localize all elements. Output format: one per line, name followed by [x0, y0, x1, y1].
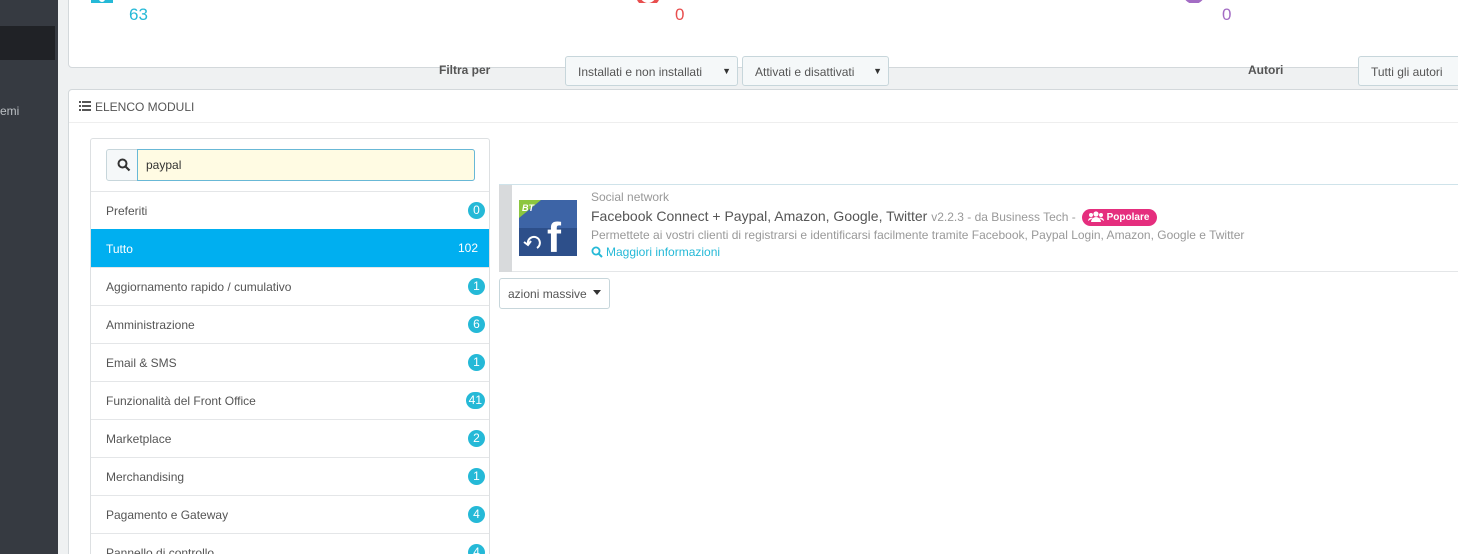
panel-header: ELENCO MODULI [69, 90, 1458, 123]
nav-item-label[interactable]: emi [0, 104, 58, 118]
status-filter-value: Attivati e disattivati [755, 65, 855, 79]
category-item[interactable]: Pagamento e Gateway 4 [91, 495, 489, 533]
category-item[interactable]: Email & SMS 1 [91, 343, 489, 381]
category-count-badge: 6 [468, 316, 485, 333]
authors-label: Autori [1248, 63, 1284, 77]
more-info-link[interactable]: Maggiori informazioni [591, 245, 720, 259]
authors-filter-select[interactable]: Tutti gli autori [1358, 56, 1458, 86]
module-category: Social network [591, 190, 670, 204]
category-count-badge: 41 [465, 392, 485, 409]
category-label: Email & SMS [106, 356, 177, 370]
popular-badge-label: Popolare [1106, 212, 1150, 223]
module-row[interactable]: BT f Social network Facebook Connect + P… [499, 184, 1458, 272]
stat-modules-count: 63 [129, 5, 148, 24]
category-item[interactable]: Aggiornamento rapido / cumulativo 1 [91, 267, 489, 305]
category-list: Preferiti 0 Tutto 102 Aggiornamento rapido /… [90, 138, 490, 554]
module-name: Facebook Connect + Paypal, Amazon, Googl… [591, 208, 928, 224]
list-icon [79, 101, 91, 111]
category-item[interactable]: Marketplace 2 [91, 419, 489, 457]
logo-letter: f [547, 214, 562, 256]
category-item[interactable]: Preferiti 0 [91, 191, 489, 229]
category-item[interactable]: Pannello di controllo 4 [91, 533, 489, 554]
category-count-badge: 4 [468, 544, 485, 554]
module-logo: BT f [519, 200, 577, 256]
category-item[interactable]: Merchandising 1 [91, 457, 489, 495]
authors-filter-value: Tutti gli autori [1371, 65, 1443, 79]
category-label: Marketplace [106, 432, 172, 446]
category-label: Preferiti [106, 204, 148, 218]
category-item[interactable]: Amministrazione 6 [91, 305, 489, 343]
panel-title: ELENCO MODULI [95, 100, 195, 114]
search-input[interactable] [137, 149, 475, 181]
caret-down-icon [593, 290, 601, 295]
category-count-badge: 4 [468, 506, 485, 523]
category-count-badge: 102 [457, 241, 478, 255]
puzzle-icon [89, 0, 115, 3]
search-icon [591, 246, 603, 258]
popular-badge: Popolare [1081, 209, 1158, 226]
category-item[interactable]: Tutto 102 [91, 229, 489, 267]
category-label: Tutto [106, 242, 133, 256]
search-box [106, 149, 475, 181]
logo-text: BT [522, 203, 535, 213]
search-icon [117, 158, 131, 172]
category-items: Preferiti 0 Tutto 102 Aggiornamento rapido /… [91, 191, 489, 554]
left-nav: emi [0, 0, 58, 554]
alert-icon [635, 0, 661, 3]
category-count-badge: 2 [468, 430, 485, 447]
module-title: Facebook Connect + Paypal, Amazon, Googl… [591, 208, 1158, 226]
category-count-badge: 0 [468, 202, 485, 219]
install-filter-value: Installati e non installati [578, 65, 703, 79]
category-label: Aggiornamento rapido / cumulativo [106, 280, 292, 294]
bulk-actions-button[interactable]: azioni massive [499, 278, 610, 309]
category-count-badge: 1 [468, 278, 485, 295]
module-status-stripe [499, 185, 512, 272]
status-filter-select[interactable]: Attivati e disattivati ▼ [742, 56, 889, 86]
stat-alerts-count: 0 [675, 5, 685, 24]
category-label: Merchandising [106, 470, 185, 484]
category-label: Pagamento e Gateway [106, 508, 229, 522]
category-count-badge: 1 [468, 354, 485, 371]
refresh-icon [1181, 0, 1207, 3]
caret-down-icon: ▼ [722, 66, 731, 76]
module-description: Permettete ai vostri clienti di registra… [591, 228, 1245, 242]
category-label: Funzionalità del Front Office [106, 394, 256, 408]
bulk-actions-label: azioni massive [508, 287, 587, 301]
category-label: Pannello di controllo [106, 546, 215, 554]
install-filter-select[interactable]: Installati e non installati ▼ [565, 56, 738, 86]
category-item[interactable]: Funzionalità del Front Office 41 [91, 381, 489, 419]
more-info-label: Maggiori informazioni [606, 245, 721, 259]
module-list-panel: ELENCO MODULI Preferiti 0 Tutto 102 Aggiorna… [68, 89, 1458, 554]
category-label: Amministrazione [106, 318, 195, 332]
category-count-badge: 1 [468, 468, 485, 485]
users-icon [1087, 211, 1104, 222]
nav-active-item[interactable] [0, 26, 55, 60]
stat-updates-count: 0 [1222, 5, 1232, 24]
filter-label: Filtra per [439, 63, 491, 77]
caret-down-icon: ▼ [873, 66, 882, 76]
module-version: v2.2.3 - da Business Tech - [931, 210, 1076, 224]
